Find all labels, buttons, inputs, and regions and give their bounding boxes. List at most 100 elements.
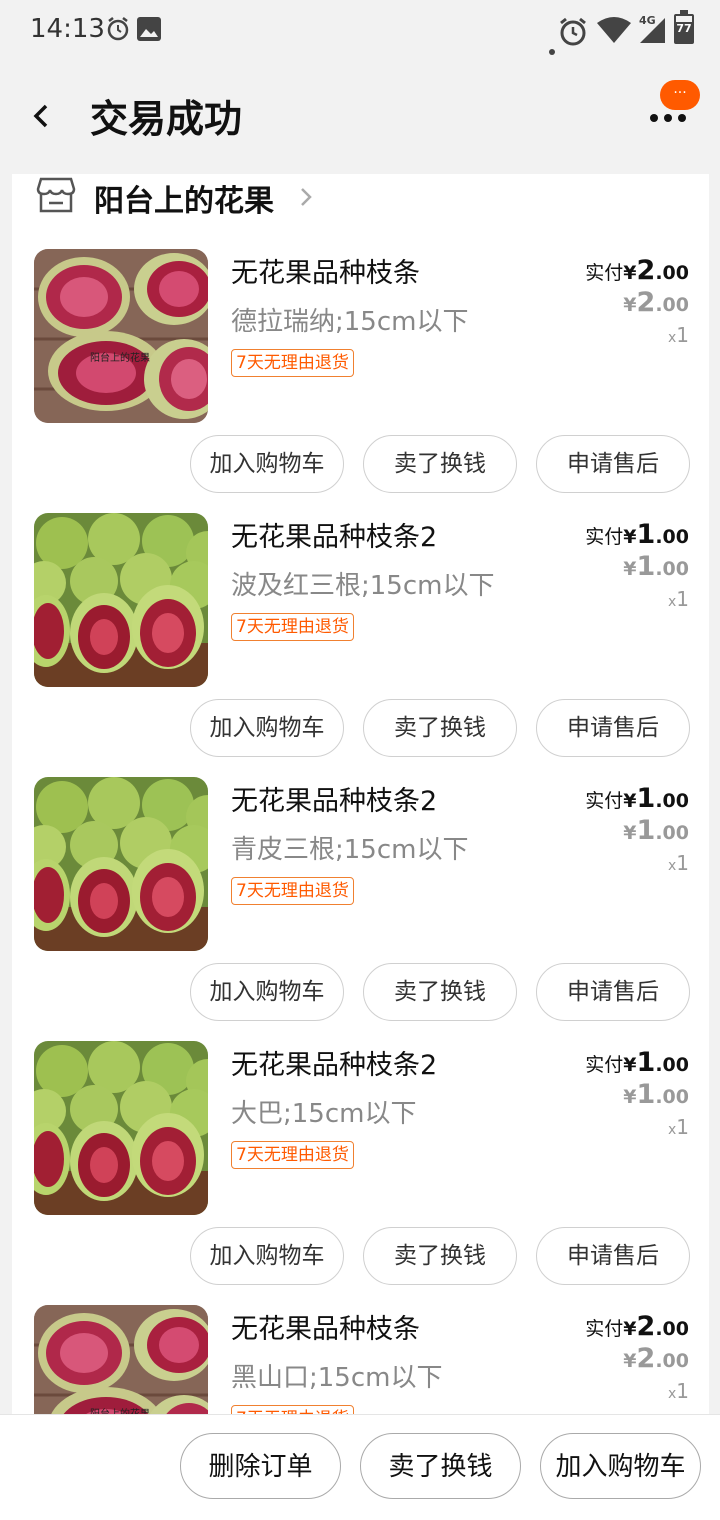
paid-label: 实付 bbox=[585, 262, 624, 284]
original-amount: 1 bbox=[636, 1079, 656, 1110]
item-actions: 加入购物车 卖了换钱 申请售后 bbox=[12, 435, 709, 493]
product-variant: 波及红三根;15cm以下 bbox=[231, 571, 495, 601]
original-decimal: .00 bbox=[655, 822, 689, 844]
signal-icon bbox=[640, 18, 665, 43]
product-title: 无花果品种枝条 bbox=[231, 258, 420, 289]
product-variant: 大巴;15cm以下 bbox=[231, 1099, 417, 1129]
fig-photo-green bbox=[34, 513, 208, 687]
paid-amount: 2 bbox=[636, 1311, 656, 1342]
quantity-value: 1 bbox=[676, 323, 689, 347]
shop-link[interactable]: 阳台上的花果 bbox=[12, 174, 709, 219]
original-price: ¥1.00 bbox=[623, 551, 689, 582]
back-button[interactable] bbox=[24, 92, 64, 140]
product-image[interactable] bbox=[34, 513, 208, 687]
item-actions: 加入购物车 卖了换钱 申请售后 bbox=[12, 1227, 709, 1285]
original-amount: 1 bbox=[636, 815, 656, 846]
add-to-cart-button[interactable]: 加入购物车 bbox=[190, 699, 344, 757]
chevron-left-icon bbox=[33, 104, 48, 128]
alarm-icon bbox=[560, 17, 586, 46]
original-decimal: .00 bbox=[655, 558, 689, 580]
add-to-cart-button[interactable]: 加入购物车 bbox=[190, 963, 344, 1021]
product-image[interactable] bbox=[34, 1041, 208, 1215]
page-title: 交易成功 bbox=[90, 97, 243, 141]
order-item[interactable]: 阳台上的花果 无花果品种枝条 德拉瑞纳;15cm以下 7天无理由退货 实付¥2.… bbox=[12, 249, 709, 513]
image-icon bbox=[137, 17, 161, 41]
paid-amount: 1 bbox=[636, 1047, 656, 1078]
paid-decimal: .00 bbox=[655, 1318, 689, 1340]
paid-amount: 2 bbox=[636, 255, 656, 286]
order-item[interactable]: 无花果品种枝条2 波及红三根;15cm以下 7天无理由退货 实付¥1.00 ¥1… bbox=[12, 513, 709, 777]
store-icon bbox=[36, 177, 76, 213]
quantity-value: 1 bbox=[676, 1379, 689, 1403]
bottom-action-bar: 删除订单 卖了换钱 加入购物车 bbox=[0, 1414, 720, 1520]
battery-icon: 77 bbox=[674, 10, 694, 44]
header: 交易成功 bbox=[0, 64, 720, 174]
paid-amount: 1 bbox=[636, 519, 656, 550]
paid-label: 实付 bbox=[585, 1318, 624, 1340]
status-time: 14:13 bbox=[30, 14, 105, 44]
currency-symbol: ¥ bbox=[623, 1086, 637, 1108]
fig-photo-green bbox=[34, 1041, 208, 1215]
original-price: ¥1.00 bbox=[623, 815, 689, 846]
watermark: 阳台上的花果 bbox=[90, 351, 150, 364]
quantity: x1 bbox=[668, 851, 689, 875]
product-variant: 青皮三根;15cm以下 bbox=[231, 835, 469, 865]
original-amount: 2 bbox=[636, 1343, 656, 1374]
after-sales-button[interactable]: 申请售后 bbox=[536, 699, 690, 757]
original-price: ¥2.00 bbox=[623, 1343, 689, 1374]
alarm-icon bbox=[107, 17, 129, 41]
paid-price: 实付¥1.00 bbox=[585, 1047, 689, 1078]
after-sales-button[interactable]: 申请售后 bbox=[536, 435, 690, 493]
currency-symbol: ¥ bbox=[623, 294, 637, 316]
currency-symbol: ¥ bbox=[623, 790, 637, 812]
add-to-cart-button[interactable]: 加入购物车 bbox=[190, 1227, 344, 1285]
sell-button[interactable]: 卖了换钱 bbox=[363, 435, 517, 493]
quantity: x1 bbox=[668, 323, 689, 347]
status-bar: 14:13 4G 77 bbox=[0, 0, 720, 64]
paid-label: 实付 bbox=[585, 790, 624, 812]
order-item[interactable]: 无花果品种枝条2 大巴;15cm以下 7天无理由退货 实付¥1.00 ¥1.00… bbox=[12, 1041, 709, 1305]
product-variant: 黑山口;15cm以下 bbox=[231, 1363, 443, 1393]
paid-price: 实付¥2.00 bbox=[585, 1311, 689, 1342]
refund-tag: 7天无理由退货 bbox=[231, 613, 354, 641]
sell-button[interactable]: 卖了换钱 bbox=[363, 963, 517, 1021]
product-title: 无花果品种枝条2 bbox=[231, 1050, 438, 1081]
quantity: x1 bbox=[668, 587, 689, 611]
after-sales-button[interactable]: 申请售后 bbox=[536, 963, 690, 1021]
sell-button[interactable]: 卖了换钱 bbox=[363, 699, 517, 757]
paid-amount: 1 bbox=[636, 783, 656, 814]
wifi-icon bbox=[597, 17, 631, 43]
order-item[interactable]: 无花果品种枝条2 青皮三根;15cm以下 7天无理由退货 实付¥1.00 ¥1.… bbox=[12, 777, 709, 1041]
product-title: 无花果品种枝条 bbox=[231, 1314, 420, 1345]
product-title: 无花果品种枝条2 bbox=[231, 522, 438, 553]
currency-symbol: ¥ bbox=[623, 1350, 637, 1372]
after-sales-button[interactable]: 申请售后 bbox=[536, 1227, 690, 1285]
message-badge[interactable]: ··· bbox=[660, 80, 700, 110]
product-image[interactable] bbox=[34, 777, 208, 951]
original-amount: 1 bbox=[636, 551, 656, 582]
original-amount: 2 bbox=[636, 287, 656, 318]
add-to-cart-button[interactable]: 加入购物车 bbox=[540, 1433, 701, 1499]
fig-photo-red: 阳台上的花果 bbox=[34, 249, 208, 423]
original-decimal: .00 bbox=[655, 1086, 689, 1108]
paid-decimal: .00 bbox=[655, 262, 689, 284]
paid-decimal: .00 bbox=[655, 1054, 689, 1076]
quantity-value: 1 bbox=[676, 587, 689, 611]
refund-tag: 7天无理由退货 bbox=[231, 877, 354, 905]
delete-order-button[interactable]: 删除订单 bbox=[180, 1433, 341, 1499]
original-price: ¥2.00 bbox=[623, 287, 689, 318]
original-decimal: .00 bbox=[655, 294, 689, 316]
paid-price: 实付¥1.00 bbox=[585, 519, 689, 550]
sell-button[interactable]: 卖了换钱 bbox=[360, 1433, 521, 1499]
add-to-cart-button[interactable]: 加入购物车 bbox=[190, 435, 344, 493]
refund-tag: 7天无理由退货 bbox=[231, 349, 354, 377]
quantity: x1 bbox=[668, 1115, 689, 1139]
quantity-value: 1 bbox=[676, 1115, 689, 1139]
sell-button[interactable]: 卖了换钱 bbox=[363, 1227, 517, 1285]
more-icon bbox=[650, 114, 686, 124]
product-image[interactable]: 阳台上的花果 bbox=[34, 249, 208, 423]
paid-label: 实付 bbox=[585, 526, 624, 548]
paid-label: 实付 bbox=[585, 1054, 624, 1076]
fig-photo-green bbox=[34, 777, 208, 951]
currency-symbol: ¥ bbox=[623, 1318, 637, 1340]
